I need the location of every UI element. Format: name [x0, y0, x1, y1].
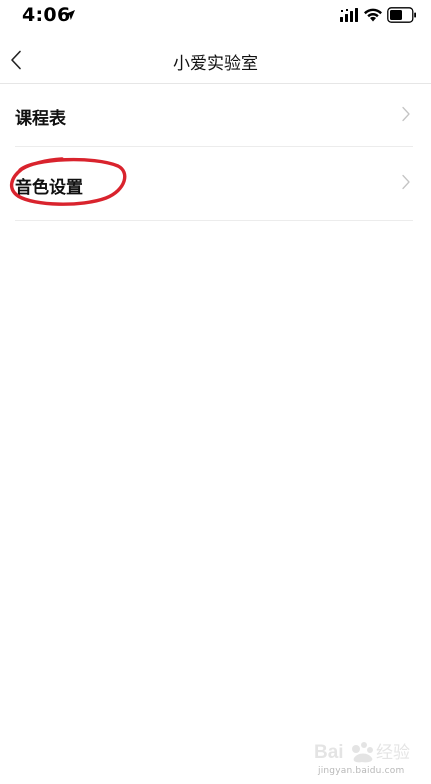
cellular-signal-icon [340, 8, 358, 22]
status-bar: 4:06 [0, 0, 431, 32]
settings-list: 课程表 音色设置 [10, 84, 413, 221]
svg-text:Bai: Bai [314, 742, 344, 763]
watermark-url: jingyan.baidu.com [318, 766, 405, 776]
list-item-voice-settings[interactable]: 音色设置 [10, 147, 413, 221]
battery-icon [387, 7, 416, 23]
location-arrow-icon [65, 10, 75, 20]
list-item-label: 课程表 [15, 109, 66, 129]
page-title: 小爱实验室 [173, 54, 258, 74]
chevron-right-icon [402, 174, 410, 190]
navigation-bar: 小爱实验室 [0, 36, 431, 84]
chevron-right-icon [402, 106, 410, 122]
svg-text:经验: 经验 [376, 743, 410, 763]
wifi-icon [364, 8, 382, 22]
list-item-label: 音色设置 [15, 178, 83, 198]
list-item-schedule[interactable]: 课程表 [15, 84, 413, 147]
